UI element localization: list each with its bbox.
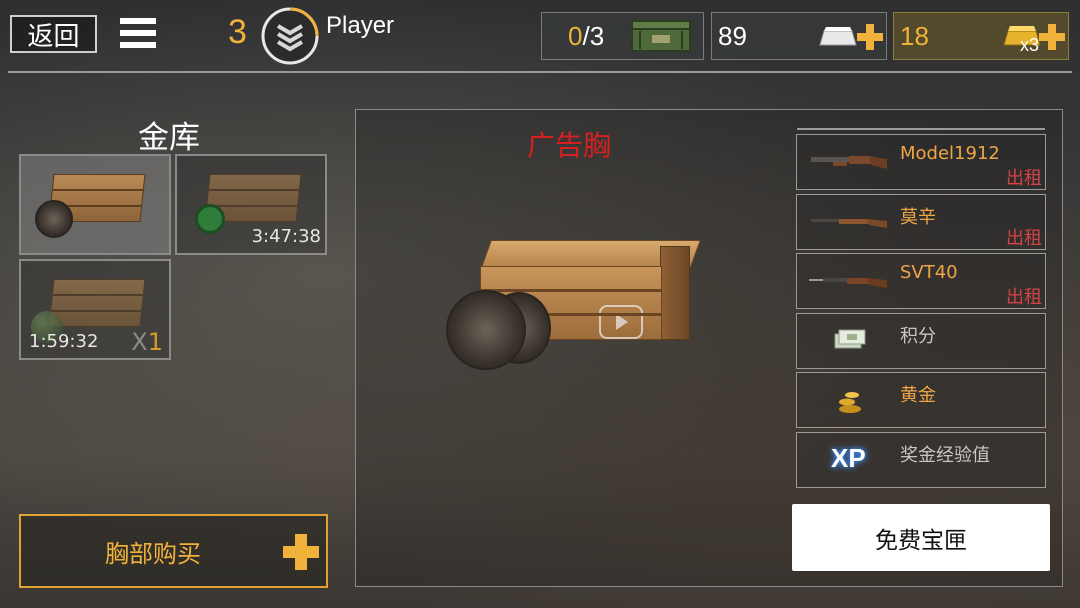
buy-chest-button[interactable]: 胸部购买 — [19, 514, 328, 588]
silver-bar-icon — [819, 27, 857, 46]
reward-label: SVT40 — [900, 262, 958, 283]
film-reel-icon — [35, 200, 73, 238]
rifle-icon — [811, 219, 887, 228]
play-icon — [599, 305, 643, 339]
player-level: 3 — [228, 13, 247, 51]
reward-item[interactable]: XP 奖金经验值 — [796, 432, 1046, 488]
rent-tag: 出租 — [1006, 228, 1042, 249]
film-reel-icon — [446, 290, 526, 370]
reward-item[interactable]: 黄金 — [796, 372, 1046, 428]
gold-coins-icon — [839, 392, 861, 413]
menu-icon[interactable] — [120, 18, 156, 52]
reward-list-divider — [797, 128, 1045, 130]
player-name: Player — [326, 12, 395, 39]
crate-count-box[interactable]: 0/3 — [541, 12, 704, 60]
slot-count: X1 — [131, 328, 163, 356]
gold-amount: 18 — [900, 20, 929, 51]
ammo-crate-icon — [631, 20, 691, 52]
slot-timer: 1:59:32 — [29, 331, 99, 352]
rent-tag: 出租 — [1006, 287, 1042, 308]
slot-timer: 3:47:38 — [251, 226, 321, 247]
rank-badge-icon — [261, 7, 319, 65]
chest-name: 广告胸 — [527, 129, 612, 162]
reward-item[interactable]: Model1912 出租 — [796, 134, 1046, 190]
reward-label: 奖金经验值 — [900, 445, 990, 466]
rent-tag: 出租 — [1006, 168, 1042, 189]
reward-label: 积分 — [900, 326, 936, 347]
gold-multiplier: x3 — [1020, 35, 1040, 55]
add-gold-icon[interactable] — [1039, 24, 1065, 50]
reward-label: Model1912 — [900, 143, 1000, 164]
reward-item[interactable]: SVT40 出租 — [796, 253, 1046, 309]
add-silver-icon[interactable] — [857, 24, 883, 50]
buy-plus-icon[interactable] — [283, 534, 319, 570]
silver-balance-box[interactable]: 89 — [711, 12, 887, 60]
reward-label: 莫辛 — [900, 207, 936, 228]
crate-count-current: 0 — [568, 20, 583, 51]
gold-balance-box[interactable]: 18 x3 — [893, 12, 1069, 60]
vault-slot-2[interactable]: 3:47:38 — [175, 154, 327, 255]
reward-item[interactable]: 积分 — [796, 313, 1046, 369]
reward-label: 黄金 — [900, 385, 936, 406]
top-divider — [8, 71, 1072, 73]
vault-slot-1[interactable] — [19, 154, 171, 255]
alarm-clock-icon — [195, 204, 225, 234]
rifle-bayonet-icon — [809, 278, 887, 288]
reward-item[interactable]: 莫辛 出租 — [796, 194, 1046, 250]
free-chest-button[interactable]: 免费宝匣 — [792, 504, 1050, 571]
back-button[interactable]: 返回 — [10, 15, 97, 53]
shotgun-icon — [811, 156, 887, 169]
cash-stack-icon — [834, 329, 866, 349]
crate-icon — [48, 279, 146, 327]
xp-icon: XP — [831, 443, 866, 473]
silver-amount: 89 — [718, 20, 747, 51]
vault-title: 金库 — [138, 120, 200, 156]
vault-slot-3[interactable]: 1:59:32 X1 — [19, 259, 171, 360]
crate-count-total: /3 — [582, 20, 605, 51]
